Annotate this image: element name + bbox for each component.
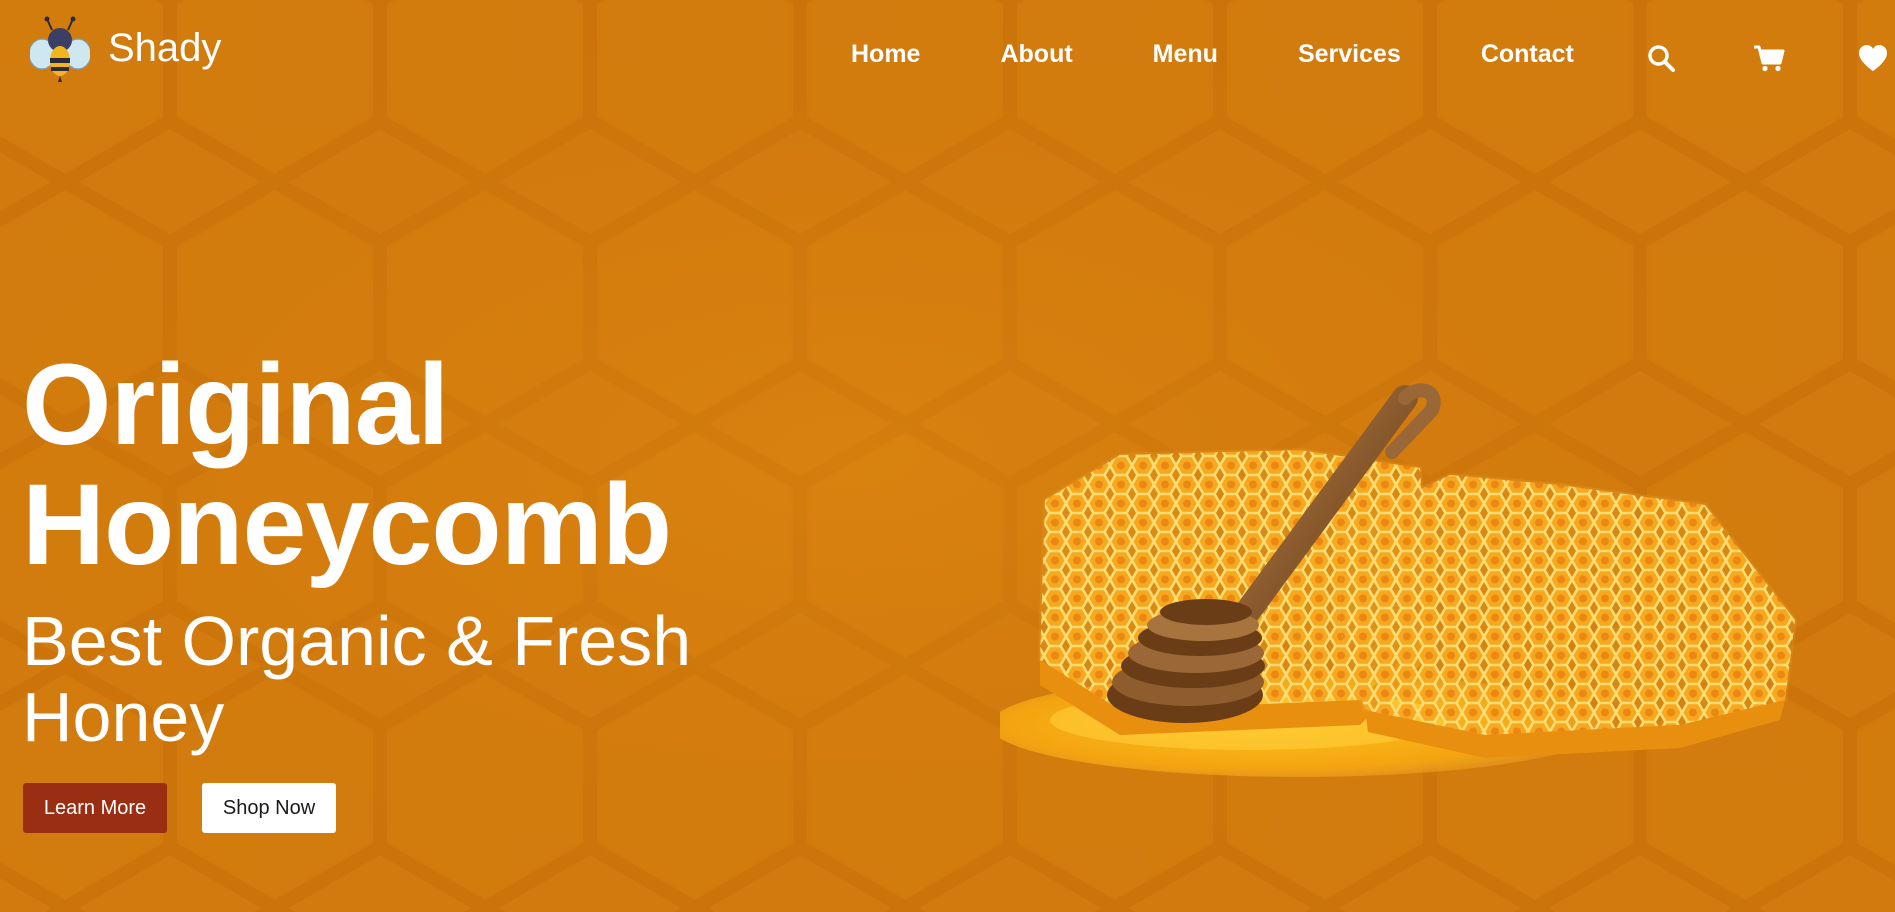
nav-contact[interactable]: Contact — [1481, 40, 1574, 69]
nav-links: Home About Menu Services Contact — [851, 40, 1574, 69]
shop-now-button[interactable]: Shop Now — [202, 783, 336, 833]
cart-icon[interactable] — [1753, 44, 1785, 72]
hero-text: Original Honeycomb Best Organic & Fresh … — [22, 345, 782, 755]
search-icon[interactable] — [1647, 44, 1675, 72]
logo[interactable]: Shady — [30, 16, 221, 86]
navbar: Shady Home About Menu Services Contact — [0, 0, 1895, 120]
headline-line-1: Original — [22, 341, 450, 469]
hero-headline: Original Honeycomb — [22, 345, 782, 585]
heart-icon[interactable] — [1858, 44, 1888, 72]
hero-buttons: Learn More Shop Now — [23, 783, 336, 833]
nav-services[interactable]: Services — [1298, 40, 1401, 69]
brand-name: Shady — [108, 25, 222, 70]
nav-about[interactable]: About — [1000, 40, 1072, 69]
nav-menu[interactable]: Menu — [1153, 40, 1218, 69]
hero-section: Shady Home About Menu Services Contact O… — [0, 0, 1895, 912]
learn-more-button[interactable]: Learn More — [23, 783, 167, 833]
headline-line-2: Honeycomb — [22, 461, 672, 589]
nav-home[interactable]: Home — [851, 40, 920, 69]
honeycomb-with-dipper-icon — [1000, 383, 1798, 777]
hero-subheadline: Best Organic & Fresh Honey — [22, 602, 692, 756]
bee-icon — [30, 16, 90, 82]
